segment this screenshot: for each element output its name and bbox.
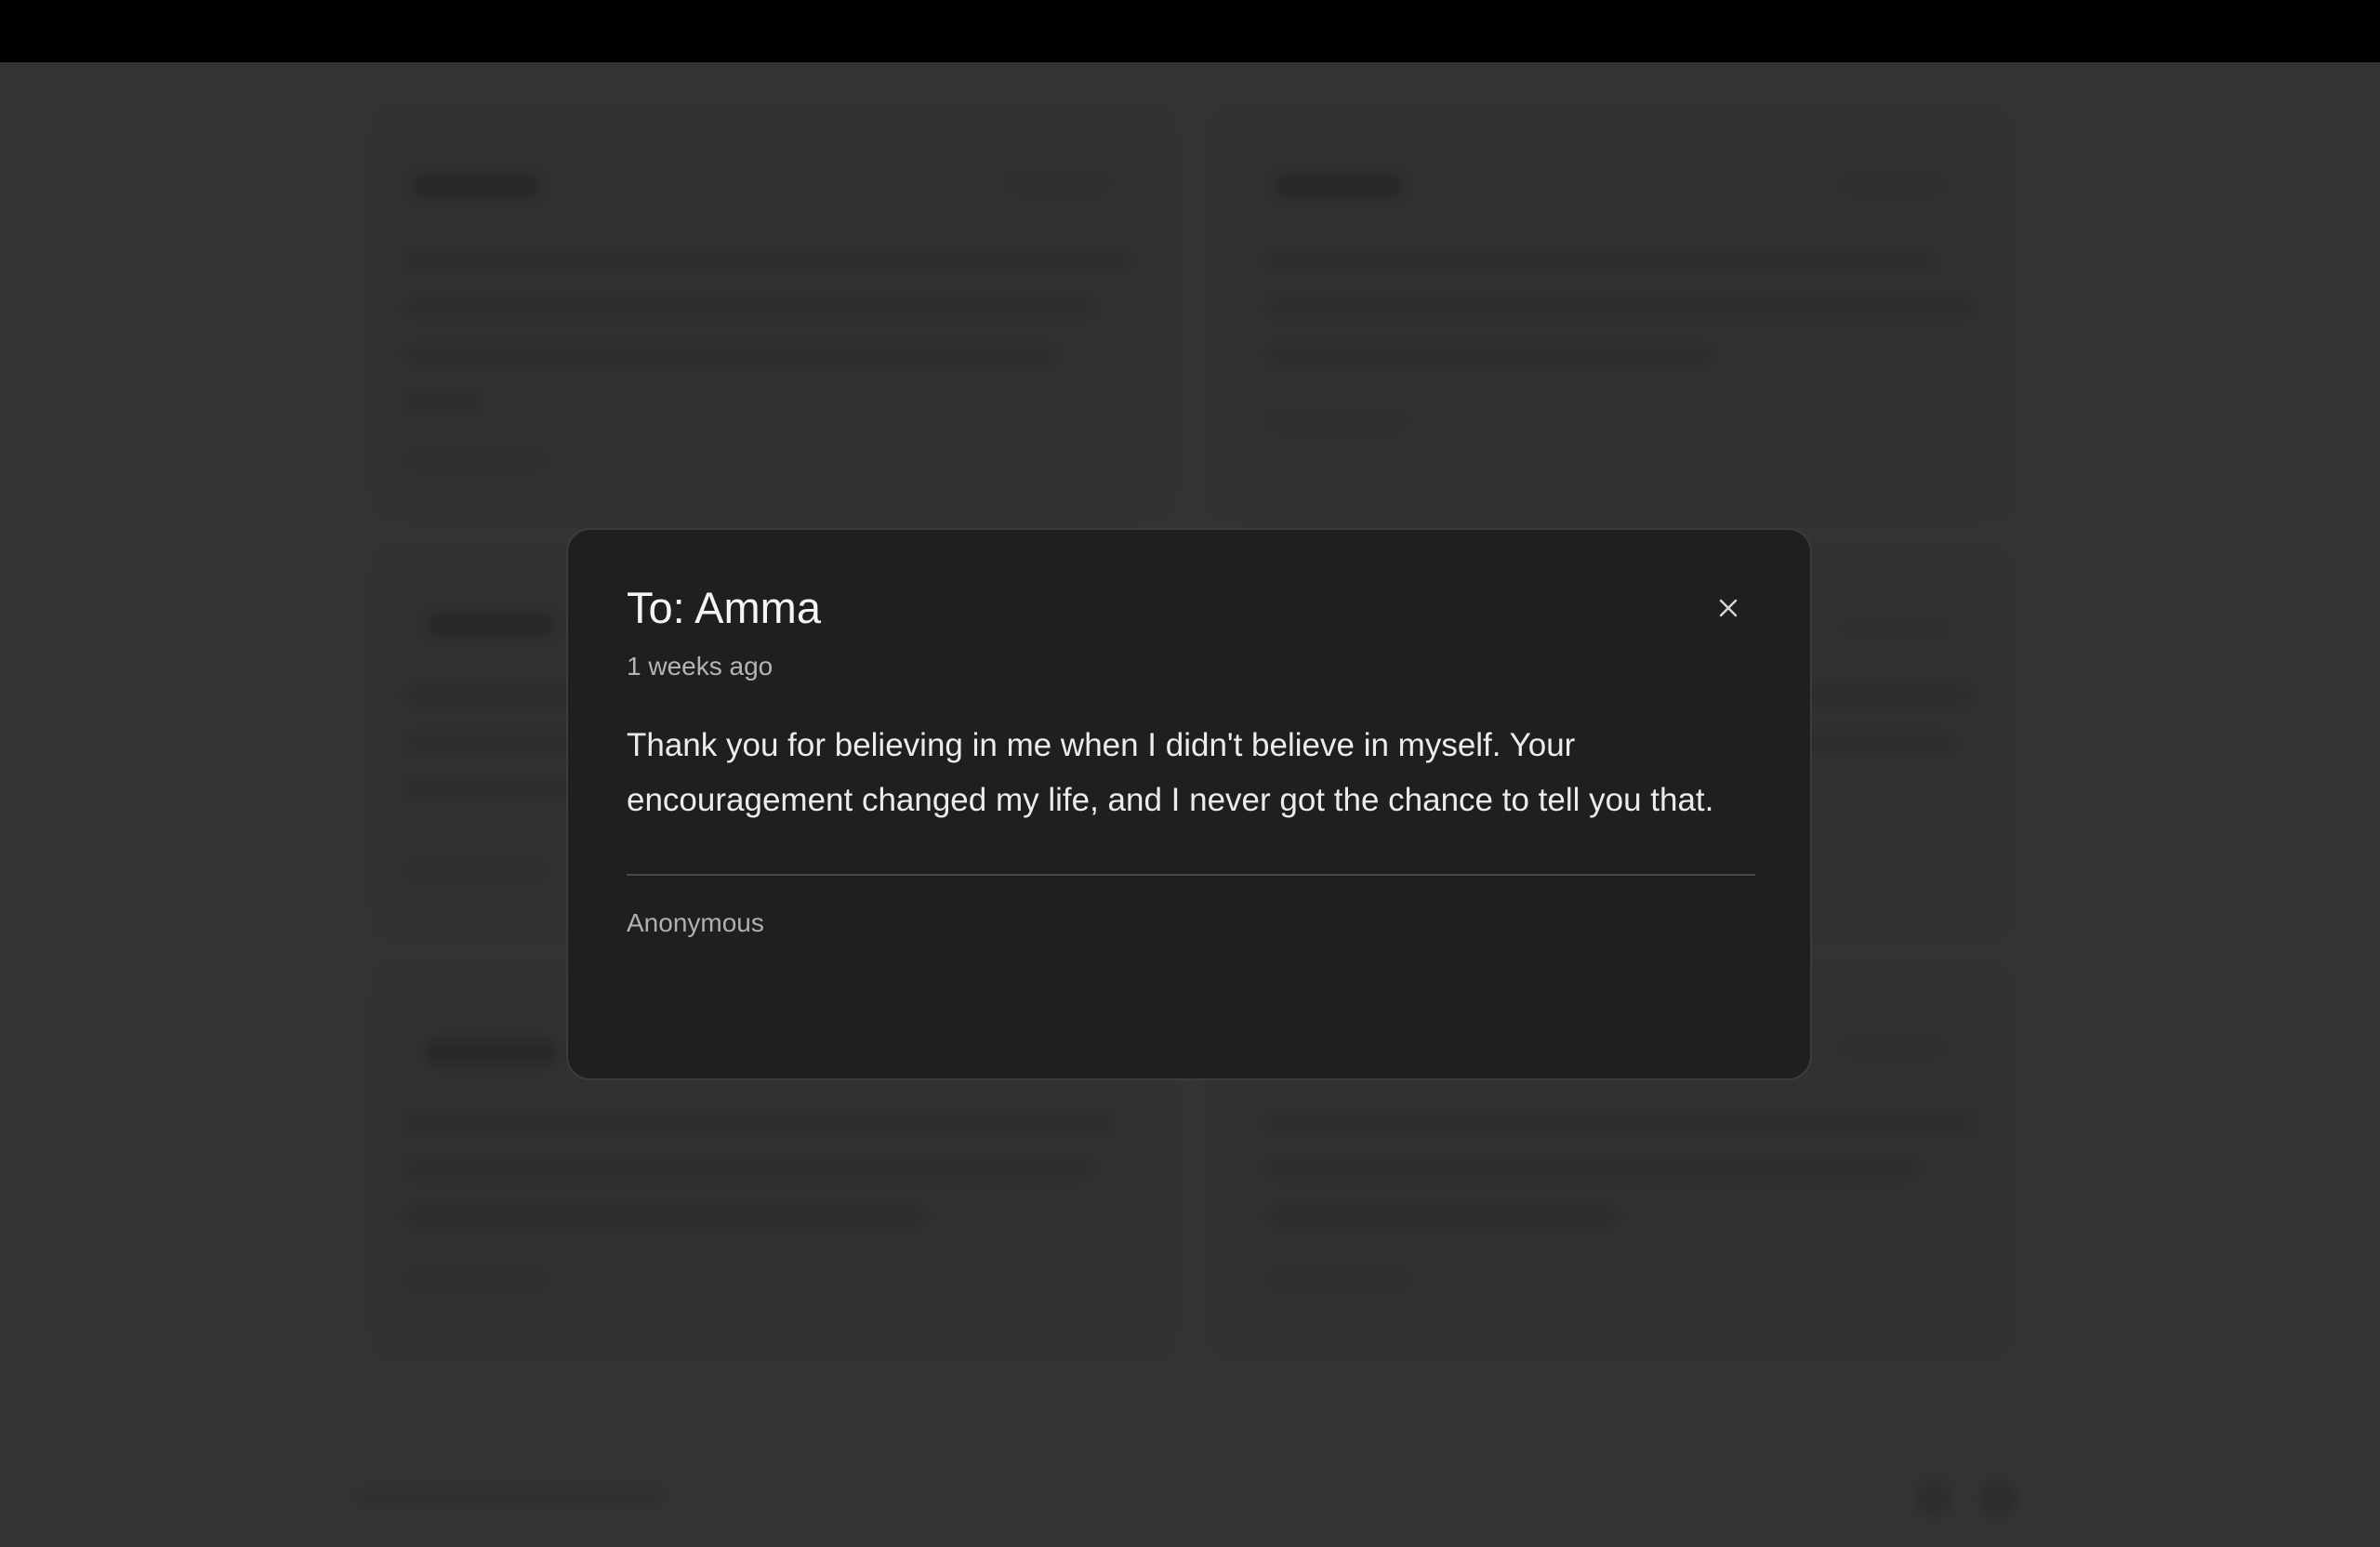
message-body: Thank you for believing in me when I did… xyxy=(627,727,1714,818)
message-timestamp: 1 weeks ago xyxy=(627,652,774,681)
message-modal: To: Amma 1 weeks ago Thank you for belie… xyxy=(566,528,1812,1080)
background-card xyxy=(372,107,1175,520)
modal-title: To: Amma xyxy=(627,583,821,632)
background-card xyxy=(1209,107,2012,520)
top-bar xyxy=(0,0,2380,62)
close-button[interactable] xyxy=(1712,591,1745,625)
close-icon xyxy=(1719,599,1738,617)
divider xyxy=(627,874,1755,876)
message-author: Anonymous xyxy=(627,908,764,937)
